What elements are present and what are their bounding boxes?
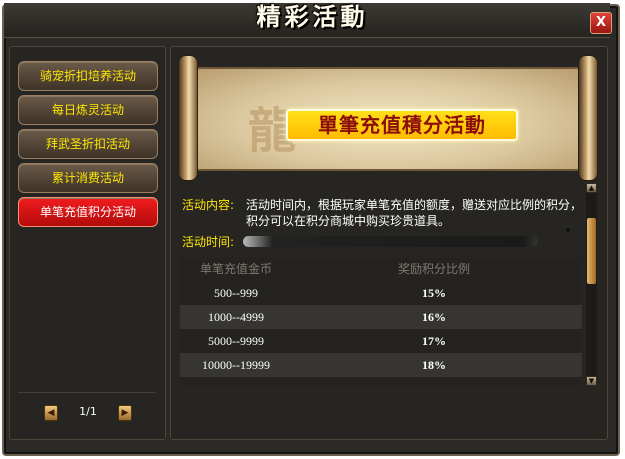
table-row: 10000--19999 18% — [180, 353, 582, 377]
banner-parchment: 龍 單筆充值積分活動 — [192, 67, 582, 171]
next-page-button[interactable]: ▶ — [118, 405, 132, 421]
menu-item-mount-discount[interactable]: 骑宠折扣培养活动 — [18, 61, 158, 91]
arrow-down-icon: ▼ — [588, 377, 595, 385]
scroll-banner: 龍 單筆充值積分活動 — [178, 55, 598, 181]
table-row: 5000--9999 17% — [180, 329, 582, 353]
ratio-cell: 16% — [422, 310, 446, 324]
scroll-roller-right — [578, 55, 598, 181]
arrow-up-icon: ▲ — [588, 184, 595, 192]
scrollbar-track[interactable] — [586, 183, 597, 386]
window-title: 精彩活動 — [256, 3, 369, 31]
close-button[interactable]: X — [590, 12, 612, 34]
scroll-roller-left — [178, 55, 198, 181]
column-header-amount: 单笔充值金币 — [199, 262, 272, 276]
ratio-cell: 15% — [422, 286, 446, 300]
arrow-right-icon: ▶ — [121, 408, 129, 418]
amount-cell: 10000--19999 — [202, 358, 270, 372]
arrow-left-icon: ◀ — [47, 408, 55, 418]
menu-item-single-recharge-points[interactable]: 单笔充值积分活动 — [18, 197, 158, 227]
content-text-line2: 积分可以在积分商城中购买珍贵道具。 — [246, 214, 451, 228]
ratio-cell: 17% — [422, 334, 446, 348]
column-header-ratio: 奖励积分比例 — [397, 262, 470, 276]
table-row: 500--999 15% — [180, 281, 582, 305]
banner-title: 單筆充值積分活動 — [286, 109, 518, 141]
content-label: 活动内容: — [182, 198, 235, 212]
amount-cell: 5000--9999 — [208, 334, 264, 348]
redaction-dot — [566, 228, 570, 232]
amount-cell: 500--999 — [214, 286, 258, 300]
menu-item-cumulative-spend[interactable]: 累计消费活动 — [18, 163, 158, 193]
table-row: 1000--4999 16% — [180, 305, 582, 329]
time-redaction — [243, 236, 538, 247]
content-text-line1: 活动时间内，根据玩家单笔充值的额度，赠送对应比例的积分， — [246, 198, 583, 212]
prev-page-button[interactable]: ◀ — [44, 405, 58, 421]
ratio-cell: 18% — [422, 358, 446, 372]
time-label: 活动时间: — [182, 235, 235, 249]
scroll-down-button[interactable]: ▼ — [586, 376, 597, 386]
pager-divider — [18, 392, 156, 393]
menu-item-daily-refine[interactable]: 每日炼灵活动 — [18, 95, 158, 125]
scrollbar-thumb[interactable] — [587, 218, 596, 284]
page-indicator: 1/1 — [79, 405, 97, 418]
menu-item-wusheng-discount[interactable]: 拜武圣折扣活动 — [18, 129, 158, 159]
amount-cell: 1000--4999 — [208, 310, 264, 324]
scroll-up-button[interactable]: ▲ — [586, 183, 597, 193]
